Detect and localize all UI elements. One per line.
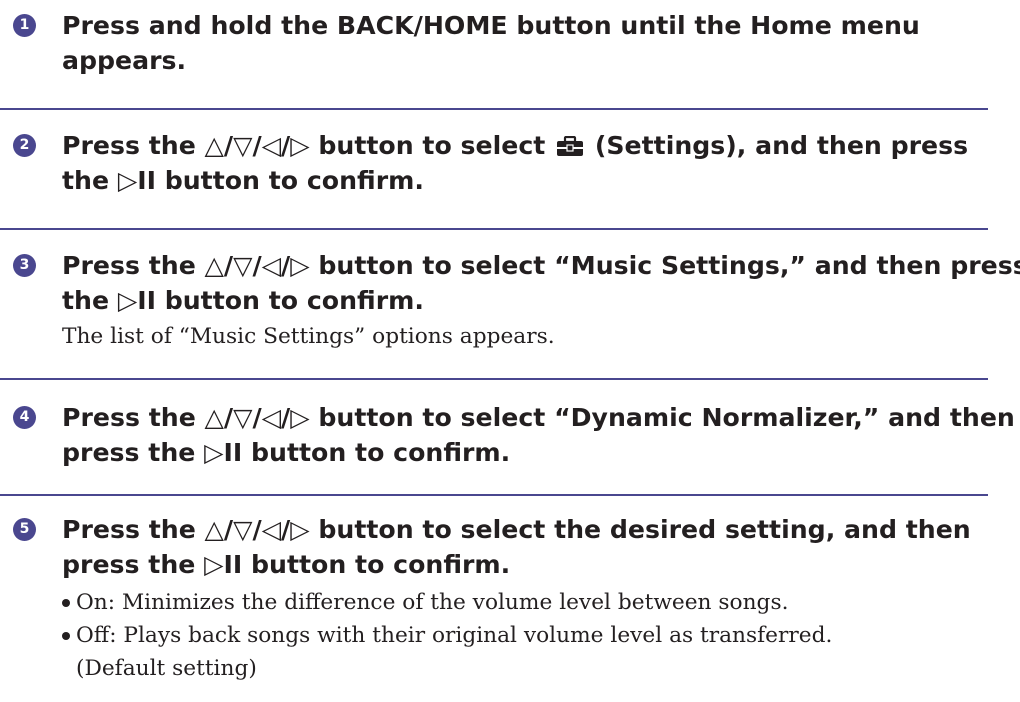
- step-3-line-2: the ▷II button to confirm.: [62, 286, 424, 315]
- option-on-text: On: Minimizes the difference of the volu…: [76, 590, 789, 615]
- step-4-instruction: Press the △/▽/◁/▷ button to select “Dyna…: [62, 400, 1015, 470]
- bullet-dot: [62, 632, 70, 640]
- step-1-line-1: Press and hold the BACK/HOME button unti…: [62, 11, 920, 40]
- step-5-line-1: Press the △/▽/◁/▷ button to select the d…: [62, 515, 971, 544]
- step-3-note: The list of “Music Settings” options app…: [62, 324, 555, 349]
- option-on: On: Minimizes the difference of the volu…: [62, 586, 1002, 619]
- step-3-line-1: Press the △/▽/◁/▷ button to select “Musi…: [62, 251, 1020, 280]
- step-number-3: 3: [13, 254, 36, 277]
- step-1-instruction: Press and hold the BACK/HOME button unti…: [62, 8, 982, 78]
- step-2-line-2: the ▷II button to confirm.: [62, 166, 424, 195]
- step-number-4: 4: [13, 406, 36, 429]
- step-5-line-2: press the ▷II button to confirm.: [62, 550, 511, 579]
- bullet-dot: [62, 599, 70, 607]
- step-4-line-1: Press the △/▽/◁/▷ button to select “Dyna…: [62, 403, 1015, 432]
- instruction-page: 1 Press and hold the BACK/HOME button un…: [0, 0, 1020, 702]
- step-3-instruction: Press the △/▽/◁/▷ button to select “Musi…: [62, 248, 1020, 318]
- option-off-continued: (Default setting): [76, 656, 257, 681]
- step-number-1: 1: [13, 14, 36, 37]
- option-off-text: Off: Plays back songs with their origina…: [76, 623, 833, 648]
- step-2-line-1b: (Settings), and then press: [594, 131, 969, 160]
- divider-3: [0, 378, 988, 380]
- step-number-5: 5: [13, 518, 36, 541]
- step-1-line-2: appears.: [62, 46, 187, 75]
- step-4-line-2: press the ▷II button to confirm.: [62, 438, 511, 467]
- option-off: Off: Plays back songs with their origina…: [62, 619, 1002, 685]
- step-number-2: 2: [13, 134, 36, 157]
- settings-toolbox-icon: [557, 136, 584, 156]
- step-2-instruction: Press the △/▽/◁/▷ button to select (Sett…: [62, 128, 982, 198]
- divider-2: [0, 228, 988, 230]
- step-5-instruction: Press the △/▽/◁/▷ button to select the d…: [62, 512, 982, 582]
- step-5-options: On: Minimizes the difference of the volu…: [62, 586, 1002, 685]
- divider-4: [0, 494, 988, 496]
- divider-1: [0, 108, 988, 110]
- step-2-line-1a: Press the △/▽/◁/▷ button to select: [62, 131, 546, 160]
